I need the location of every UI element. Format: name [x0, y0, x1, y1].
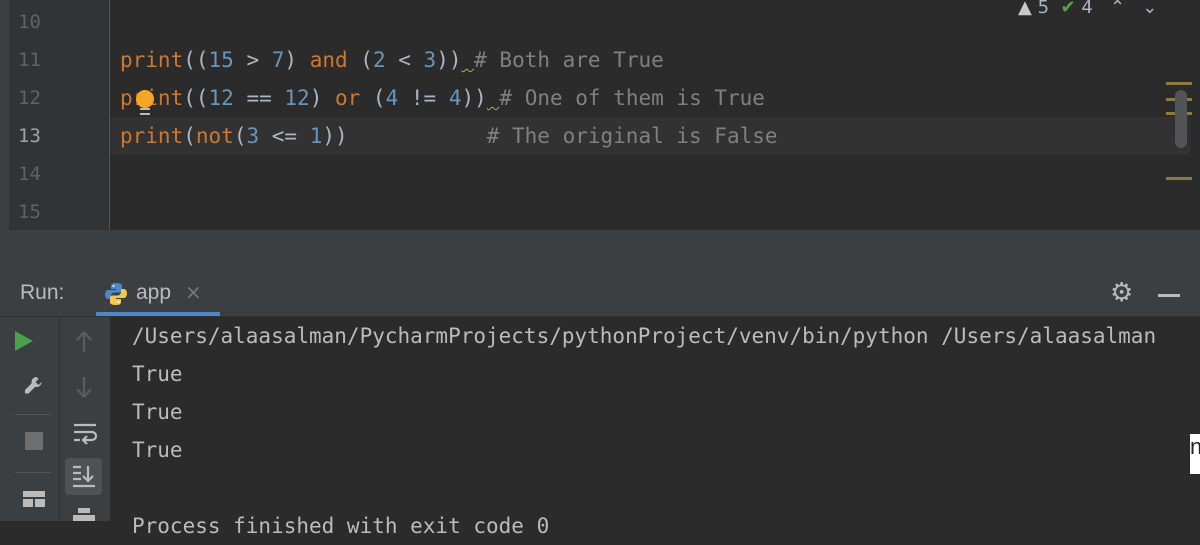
code-token: 1 [309, 124, 323, 148]
squiggle-warning [487, 86, 500, 110]
line-number-current: 13 [18, 125, 41, 147]
python-icon [105, 283, 127, 305]
code-line-12[interactable]: print((12 == 12) or (4 != 4)) # One of t… [120, 79, 765, 117]
chevron-up-icon[interactable]: ⌃ [1110, 0, 1125, 18]
code-token: != [398, 86, 449, 110]
code-comment: # One of them is True [499, 86, 765, 110]
active-tab-indicator [96, 312, 220, 316]
toolbar-divider [15, 472, 51, 473]
console-line: /Users/alaasalman/PycharmProjects/python… [132, 324, 1157, 348]
code-token: ( [347, 48, 373, 72]
layout-icon[interactable] [23, 491, 45, 507]
code-token: 15 [208, 48, 234, 72]
code-token: == [233, 86, 285, 110]
run-title: Run: [20, 281, 65, 304]
warning-count: 5 [1037, 0, 1050, 18]
console-line: True [132, 362, 183, 386]
code-token: ( [233, 124, 247, 148]
run-console[interactable]: /Users/alaasalman/PycharmProjects/python… [110, 317, 1200, 538]
intention-bulb-base [140, 108, 150, 115]
code-token: 12 [284, 86, 310, 110]
code-token: < [385, 48, 424, 72]
code-token: 12 [208, 86, 234, 110]
code-token: <= [259, 124, 310, 148]
minimize-icon[interactable] [1158, 294, 1180, 297]
squiggle-warning [461, 48, 474, 72]
code-token: 3 [423, 48, 437, 72]
code-token: )) [322, 124, 348, 148]
run-tool-window-header: Run: app × ⚙ [0, 270, 1200, 317]
chevron-down-icon[interactable]: ⌄ [1142, 0, 1157, 18]
code-editor[interactable]: 10 11 12 13 14 15 print((15 > 7) and (2 … [0, 0, 1200, 230]
print-icon[interactable] [72, 508, 96, 521]
code-token: ( [183, 124, 196, 148]
scroll-to-end-icon [73, 465, 95, 488]
wrench-icon[interactable] [22, 374, 46, 398]
editor-scroll-strip [1190, 0, 1200, 230]
console-line: True [132, 438, 183, 462]
run-tab-app[interactable]: app × [96, 270, 220, 316]
inspection-widget[interactable]: ▲ 5 ✔ 4 ⌃ ⌄ [1018, 0, 1157, 18]
gutter-divider [109, 0, 110, 230]
editor-scrollbar[interactable] [1175, 90, 1187, 148]
arrow-up-icon[interactable] [74, 330, 94, 354]
code-token: print [120, 48, 184, 72]
console-line: True [132, 400, 183, 424]
run-icon[interactable] [15, 331, 33, 351]
line-number: 11 [18, 49, 41, 71]
toolbar-divider [15, 414, 51, 415]
run-tab-label: app [136, 281, 172, 304]
warning-triangle-icon: ▲ [1018, 0, 1032, 18]
code-token: (( [183, 48, 209, 72]
stop-icon[interactable] [25, 432, 43, 450]
gear-icon[interactable]: ⚙ [1110, 278, 1133, 308]
line-number: 10 [18, 11, 41, 33]
intention-bulb-icon[interactable] [136, 90, 154, 108]
console-line: Process finished with exit code 0 [132, 514, 550, 538]
close-icon[interactable]: × [185, 280, 202, 304]
code-comment: # Both are True [474, 48, 664, 72]
code-token: > [233, 48, 272, 72]
code-token: print [120, 124, 184, 148]
code-line-13[interactable]: print(not(3 <= 1)) # The original is Fal… [120, 117, 778, 155]
code-token: 7 [271, 48, 285, 72]
code-token: not [195, 124, 234, 148]
code-token: )) [461, 86, 487, 110]
typo-check-icon: ✔ [1060, 0, 1076, 18]
line-number: 14 [18, 163, 41, 185]
code-token: or [334, 86, 361, 110]
arrow-down-icon[interactable] [74, 375, 94, 399]
code-token: ( [360, 86, 386, 110]
line-number: 15 [18, 201, 41, 223]
line-number: 12 [18, 87, 41, 109]
code-token: 2 [372, 48, 386, 72]
error-stripe-mark[interactable] [1166, 82, 1192, 85]
panel-separator[interactable] [0, 230, 1200, 270]
code-comment: # The original is False [486, 124, 778, 148]
code-token: )) [436, 48, 462, 72]
code-token: and [309, 48, 348, 72]
background-window-edge: n [1190, 434, 1200, 474]
code-token: 3 [246, 124, 260, 148]
code-token: ) [309, 86, 335, 110]
error-stripe-mark[interactable] [1166, 177, 1192, 180]
code-token: (( [183, 86, 209, 110]
typo-count: 4 [1081, 0, 1093, 18]
code-line-11[interactable]: print((15 > 7) and (2 < 3)) # Both are T… [120, 41, 664, 79]
soft-wrap-icon[interactable] [72, 420, 98, 446]
code-token: ) [284, 48, 310, 72]
code-token: 4 [385, 86, 399, 110]
code-token: 4 [448, 86, 462, 110]
